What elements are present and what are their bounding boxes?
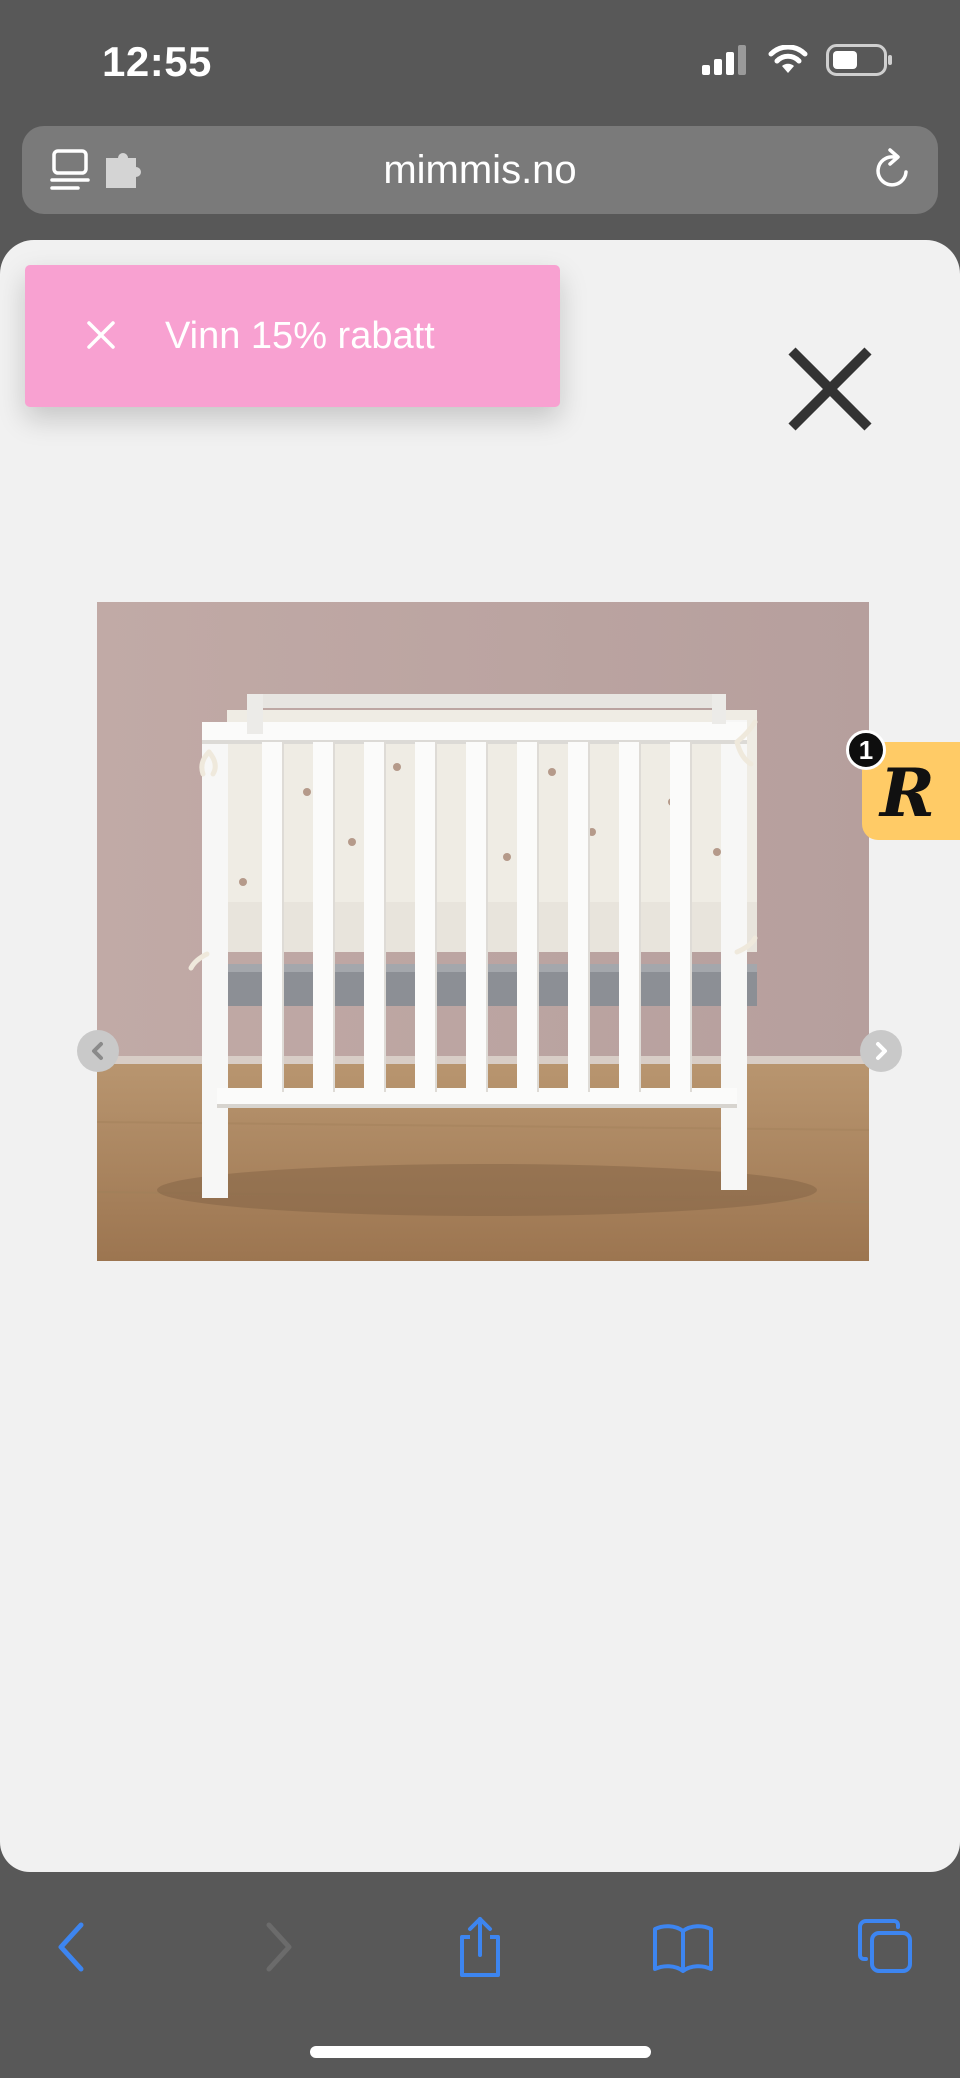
bookmarks-button[interactable] — [648, 1912, 718, 1982]
cellular-signal-icon — [702, 45, 746, 75]
chevron-right-icon — [876, 1042, 887, 1060]
battery-icon — [826, 44, 892, 76]
status-icons — [702, 44, 894, 76]
back-icon — [58, 1922, 84, 1972]
forward-button[interactable] — [244, 1912, 314, 1982]
product-image — [97, 602, 869, 1261]
forward-icon — [266, 1922, 292, 1972]
close-icon[interactable] — [81, 315, 121, 355]
address-bar[interactable]: mimmis.no — [22, 126, 938, 214]
bookmarks-icon — [653, 1924, 713, 1973]
promo-label: Vinn 15% rabatt — [165, 315, 435, 357]
next-image-button[interactable] — [860, 1030, 902, 1072]
web-page: Vinn 15% rabatt R 1 — [0, 240, 960, 1872]
status-time: 12:55 — [102, 38, 212, 85]
back-button[interactable] — [36, 1912, 106, 1982]
wifi-icon — [768, 45, 808, 73]
rewards-notification-badge: 1 — [846, 730, 886, 770]
tabs-icon — [858, 1919, 912, 1973]
tabs-button[interactable] — [851, 1912, 921, 1982]
chevron-left-icon — [92, 1042, 103, 1060]
discount-promo-banner[interactable]: Vinn 15% rabatt — [25, 265, 560, 407]
reload-icon[interactable] — [868, 146, 916, 194]
lightbox-close-icon[interactable] — [784, 343, 876, 435]
screen: 12:55 mimmis.no Vinn 15% rabatt R 1 — [0, 0, 960, 2078]
url-text: mimmis.no — [383, 148, 577, 192]
share-button[interactable] — [445, 1912, 515, 1982]
share-icon — [460, 1917, 500, 1977]
status-bar: 12:55 — [0, 0, 960, 120]
rewards-logo-letter: R — [880, 754, 935, 832]
previous-image-button[interactable] — [77, 1030, 119, 1072]
home-indicator — [310, 2046, 651, 2058]
